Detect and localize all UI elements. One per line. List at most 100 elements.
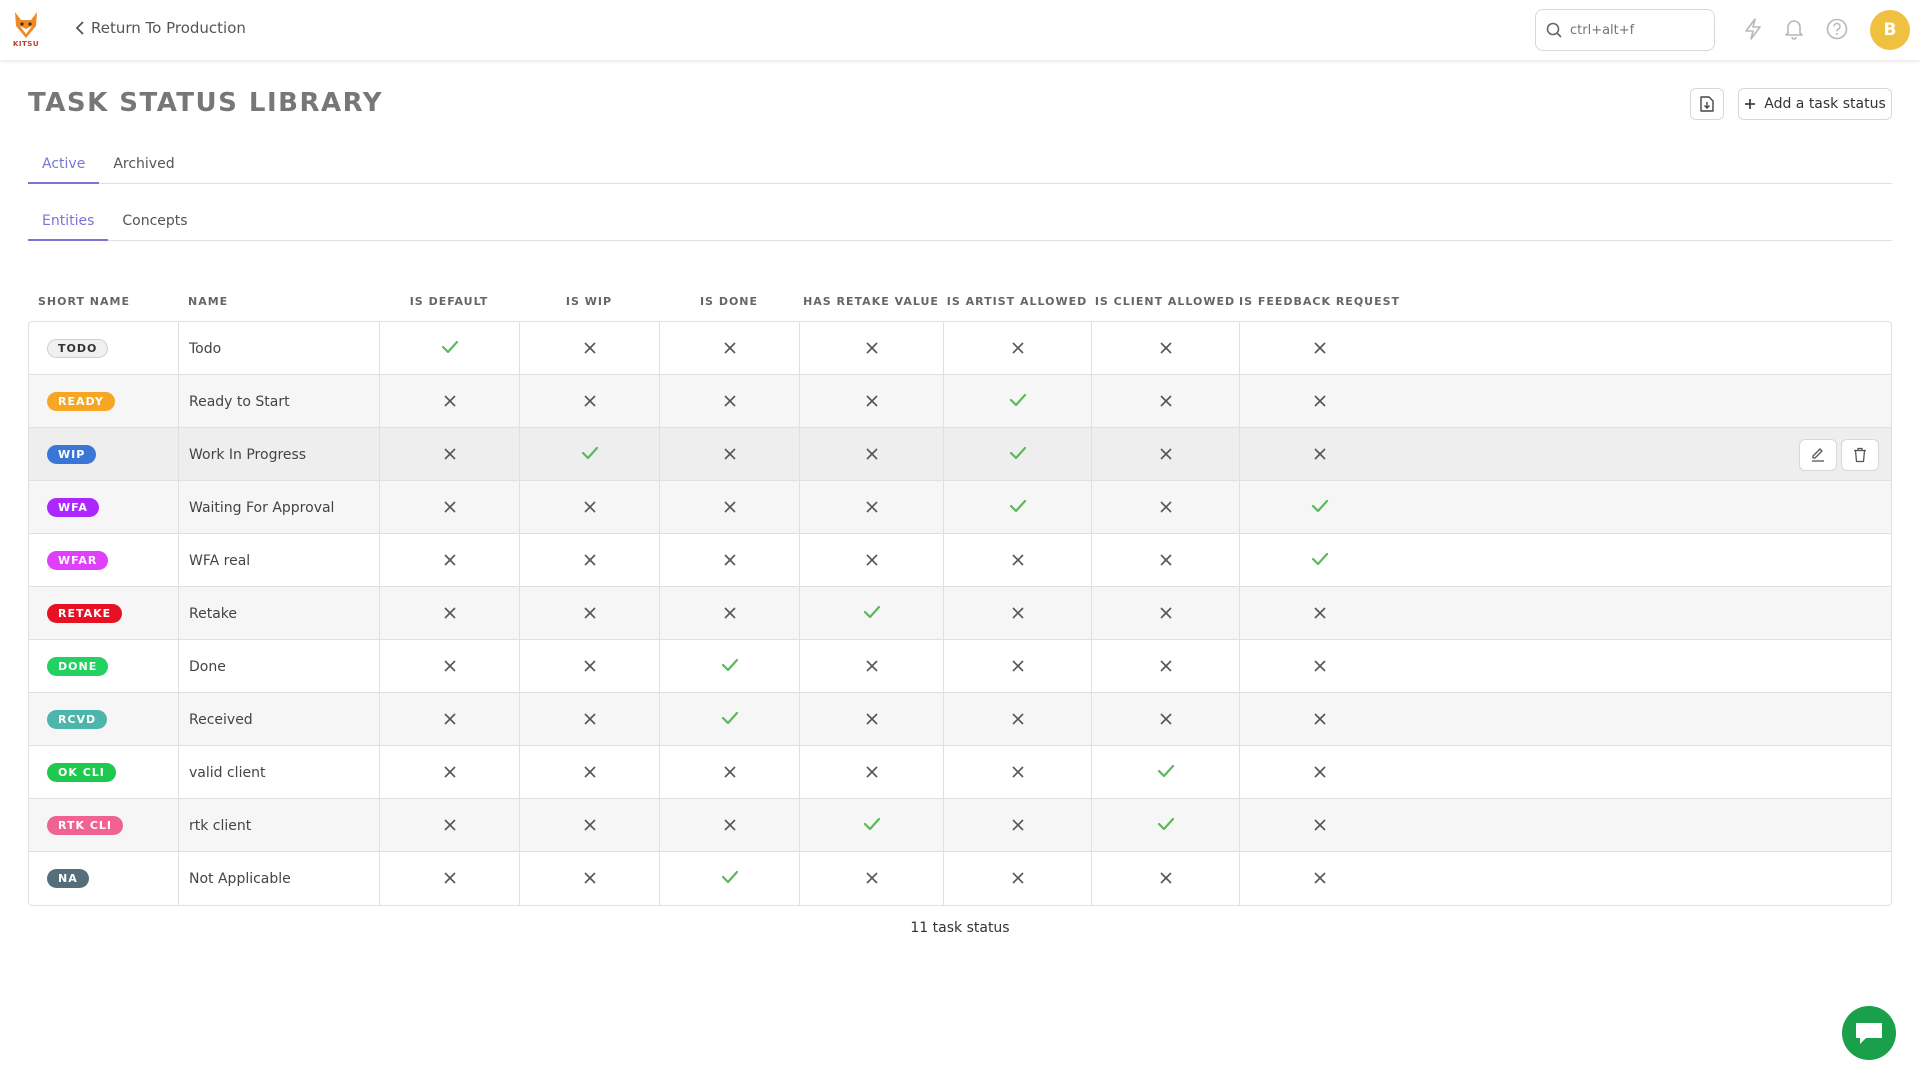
status-name: Ready to Start — [189, 393, 290, 410]
name-cell: Waiting For Approval — [179, 481, 380, 534]
edit-icon — [1812, 448, 1824, 462]
cross-icon — [1314, 763, 1326, 782]
cross-icon — [443, 445, 456, 464]
status-badge: WFA — [47, 498, 99, 517]
add-task-status-label: Add a task status — [1764, 96, 1886, 112]
has-retake-value-cell — [800, 693, 944, 746]
is-artist-allowed-cell — [944, 428, 1092, 481]
cross-icon — [865, 392, 878, 411]
is-done-cell — [660, 587, 800, 640]
cross-icon — [865, 339, 878, 358]
is-default-cell — [380, 322, 520, 375]
cross-icon — [865, 498, 878, 517]
status-badge: RETAKE — [47, 604, 123, 623]
help-button[interactable] — [1824, 16, 1850, 42]
cross-icon — [1314, 657, 1326, 676]
search-icon — [1546, 22, 1562, 38]
notifications-button[interactable] — [1781, 16, 1807, 42]
tab-concepts[interactable]: Concepts — [108, 207, 201, 241]
has-retake-value-cell — [800, 852, 944, 905]
cross-icon — [865, 445, 878, 464]
check-icon — [441, 339, 459, 358]
is-artist-allowed-cell — [944, 322, 1092, 375]
return-to-production-link[interactable]: Return To Production — [75, 19, 246, 37]
is-client-allowed-cell — [1092, 375, 1240, 428]
export-button[interactable] — [1690, 88, 1724, 120]
status-badge: READY — [47, 392, 115, 411]
is-feedback-request-cell — [1240, 693, 1400, 746]
cross-icon — [1159, 551, 1172, 570]
search-box[interactable] — [1535, 9, 1715, 51]
cross-icon — [583, 551, 596, 570]
user-avatar[interactable]: B — [1870, 10, 1910, 50]
name-cell: Done — [179, 640, 380, 693]
is-client-allowed-cell — [1092, 852, 1240, 905]
delete-button[interactable] — [1841, 439, 1879, 471]
short-name-cell: WFA — [29, 481, 179, 534]
tab-archived[interactable]: Archived — [99, 150, 188, 184]
table-row[interactable]: WIP Work In Progress — [29, 428, 1891, 481]
check-icon — [1311, 498, 1329, 517]
cross-icon — [723, 763, 736, 782]
status-name: rtk client — [189, 817, 252, 834]
edit-button[interactable] — [1799, 439, 1837, 471]
table-row[interactable]: RETAKE Retake — [29, 587, 1891, 640]
cross-icon — [583, 392, 596, 411]
is-feedback-request-cell — [1240, 534, 1400, 587]
name-cell: Work In Progress — [179, 428, 380, 481]
is-artist-allowed-cell — [944, 375, 1092, 428]
cross-icon — [865, 710, 878, 729]
kitsu-logo[interactable]: KITSU — [12, 10, 40, 50]
tab-entities[interactable]: Entities — [28, 207, 109, 241]
status-badge: NA — [47, 869, 89, 888]
cross-icon — [583, 816, 596, 835]
column-header-name: NAME — [188, 295, 229, 308]
check-icon — [581, 445, 599, 464]
table-row[interactable]: RCVD Received — [29, 693, 1891, 746]
table-row[interactable]: WFA Waiting For Approval — [29, 481, 1891, 534]
is-client-allowed-cell — [1092, 481, 1240, 534]
table-row[interactable]: OK CLI valid client — [29, 746, 1891, 799]
search-input[interactable] — [1570, 22, 1700, 38]
status-badge: WFAR — [47, 551, 109, 570]
is-artist-allowed-cell — [944, 534, 1092, 587]
news-button[interactable] — [1740, 16, 1766, 42]
check-icon — [863, 816, 881, 835]
tab-active[interactable]: Active — [28, 150, 100, 184]
is-default-cell — [380, 852, 520, 905]
cross-icon — [1314, 392, 1326, 411]
check-icon — [1311, 551, 1329, 570]
cross-icon — [1159, 445, 1172, 464]
table-row[interactable]: WFAR WFA real — [29, 534, 1891, 587]
is-default-cell — [380, 746, 520, 799]
is-done-cell — [660, 534, 800, 587]
add-task-status-button[interactable]: Add a task status — [1738, 88, 1892, 120]
column-header-is-artist-allowed: IS ARTIST ALLOWED — [946, 295, 1088, 308]
table-row[interactable]: NA Not Applicable — [29, 852, 1891, 905]
row-actions — [1799, 439, 1879, 471]
trash-icon — [1854, 447, 1866, 463]
cross-icon — [583, 498, 596, 517]
cross-icon — [443, 498, 456, 517]
has-retake-value-cell — [800, 322, 944, 375]
chevron-left-icon — [75, 21, 84, 35]
cross-icon — [583, 339, 596, 358]
table-row[interactable]: TODO Todo — [29, 322, 1891, 375]
table-row[interactable]: DONE Done — [29, 640, 1891, 693]
type-tabs: Entities Concepts — [28, 207, 1892, 241]
name-cell: Not Applicable — [179, 852, 380, 905]
cross-icon — [443, 551, 456, 570]
is-wip-cell — [520, 587, 660, 640]
table-row[interactable]: READY Ready to Start — [29, 375, 1891, 428]
cross-icon — [443, 604, 456, 623]
is-client-allowed-cell — [1092, 746, 1240, 799]
cross-icon — [1159, 657, 1172, 676]
is-artist-allowed-cell — [944, 746, 1092, 799]
bell-icon — [1785, 20, 1803, 40]
cross-icon — [723, 392, 736, 411]
cross-icon — [865, 869, 878, 888]
is-artist-allowed-cell — [944, 799, 1092, 852]
cross-icon — [865, 551, 878, 570]
table-row[interactable]: RTK CLI rtk client — [29, 799, 1891, 852]
chat-button[interactable] — [1842, 1006, 1896, 1060]
